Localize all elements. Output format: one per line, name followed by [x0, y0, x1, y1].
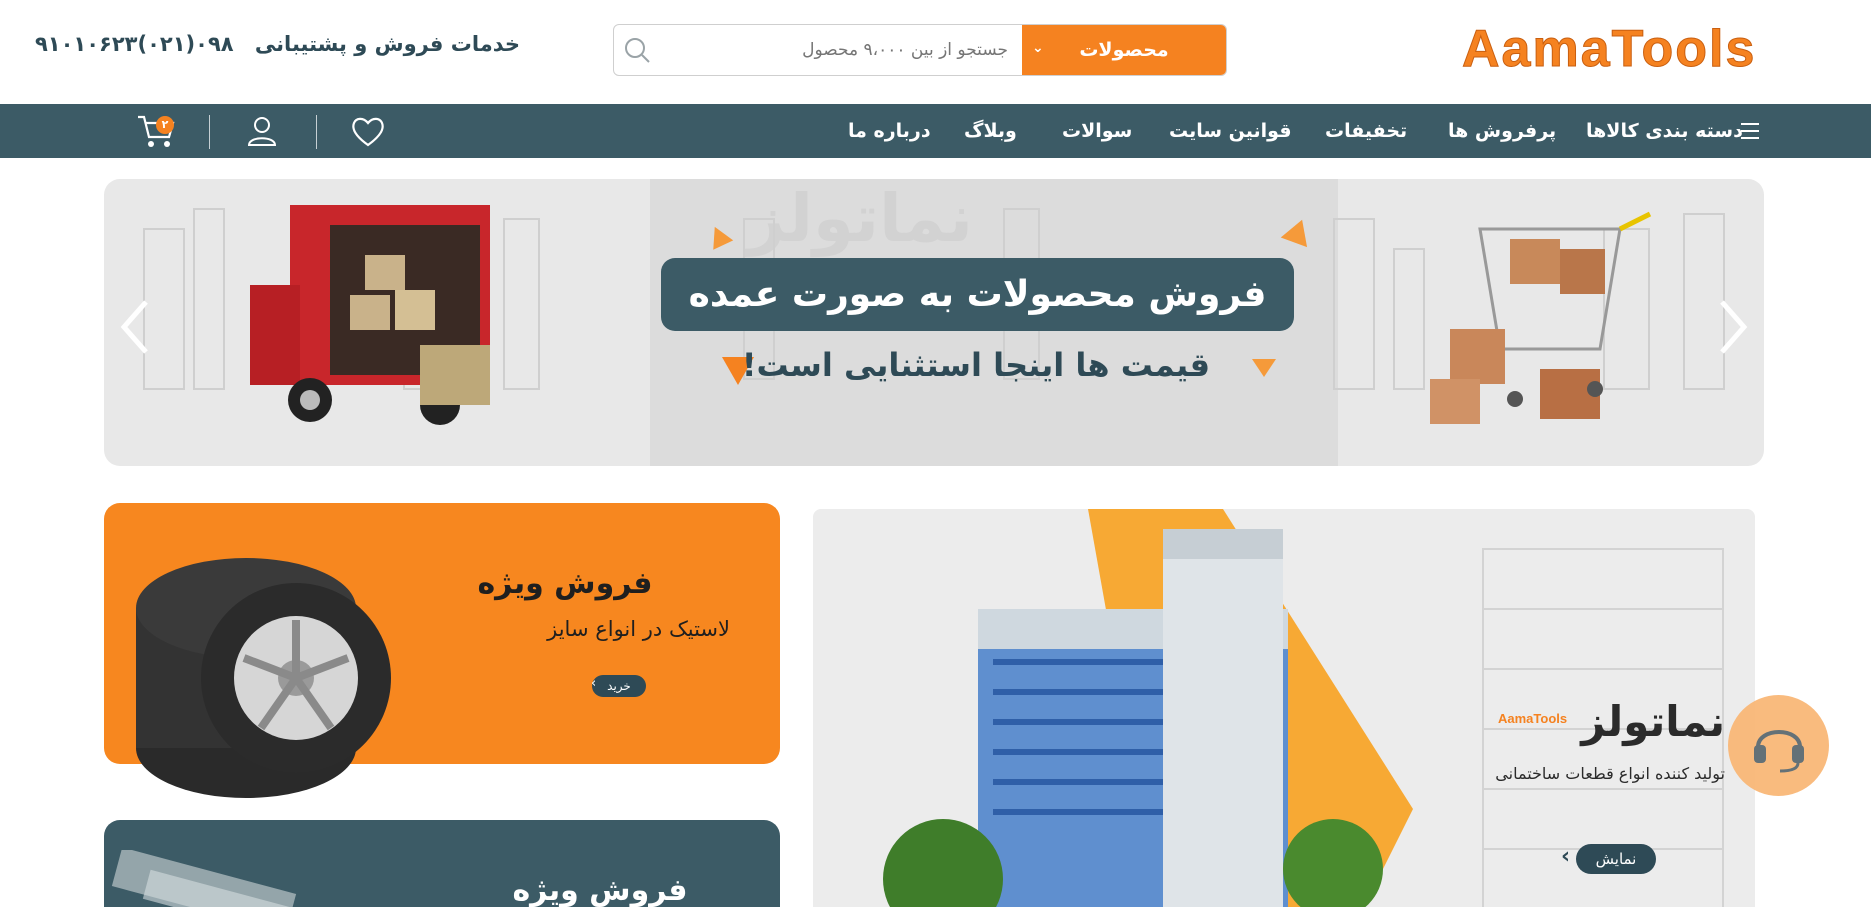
hero-subtitle: قیمت ها اینجا استثنایی است!	[741, 346, 1211, 384]
showcase-subtitle: تولید کننده انواع قطعات ساختمانی	[1495, 764, 1725, 783]
search-category-label: محصولات	[1079, 39, 1169, 61]
nav-divider	[316, 115, 317, 149]
cart-count-badge: ۲	[156, 116, 174, 134]
nav-item-rules[interactable]: قوانین سایت	[1169, 104, 1292, 158]
main-nav: دسته بندی کالاها پرفروش ها تخفیفات قوانی…	[0, 104, 1871, 158]
promo-tires-subtitle: لاستیک در انواع سایز	[547, 617, 730, 641]
promo-tires-title: فروش ویژه	[477, 566, 653, 601]
shopping-cart-boxes-image	[1430, 211, 1652, 424]
promo-tires-buy-button[interactable]: خرید	[592, 675, 646, 697]
top-header: AamaTools محصولات ⌄ خدمات فروش و پشتیبان…	[0, 0, 1871, 104]
nav-item-faq[interactable]: سوالات	[1062, 104, 1132, 158]
heart-icon[interactable]	[349, 112, 387, 150]
support-chat-button[interactable]	[1728, 695, 1829, 796]
tire-stack-image	[136, 558, 391, 798]
search-bar: محصولات ⌄	[613, 24, 1227, 76]
chevron-left-icon: ‹	[591, 676, 597, 691]
user-icon[interactable]	[244, 113, 280, 149]
showcase-view-button[interactable]: نمایش	[1576, 844, 1656, 874]
chevron-down-icon: ⌄	[1032, 40, 1044, 56]
search-input[interactable]	[632, 25, 1022, 75]
nav-item-discounts[interactable]: تخفیفات	[1325, 104, 1407, 158]
search-category-dropdown[interactable]: محصولات ⌄	[1022, 25, 1226, 75]
support-phone[interactable]: ۰۹۸(۰۲۱)۹۱۰۱۰۶۲۳	[35, 32, 234, 56]
buy-button-label: خرید	[607, 679, 631, 693]
search-icon[interactable]	[622, 35, 652, 65]
support-label: خدمات فروش و پشتیبانی	[254, 32, 520, 56]
carousel-prev-arrow[interactable]	[116, 297, 156, 357]
site-logo[interactable]: AamaTools	[1462, 18, 1768, 80]
delivery-truck-image	[250, 205, 490, 425]
nav-item-blog[interactable]: وبلاگ	[964, 104, 1017, 158]
nav-item-bestsellers[interactable]: پرفروش ها	[1448, 104, 1556, 158]
showcase-brand-en: AamaTools	[1498, 711, 1568, 726]
support-info: خدمات فروش و پشتیبانی ۰۹۸(۰۲۱)۹۱۰۱۰۶۲۳	[35, 32, 520, 66]
decor-triangle	[1252, 359, 1276, 377]
headset-icon	[1754, 730, 1804, 773]
view-button-label: نمایش	[1595, 850, 1637, 868]
nav-item-categories[interactable]: دسته بندی کالاها	[1586, 104, 1743, 158]
hero-watermark: نماتولز	[747, 180, 973, 257]
nav-divider	[209, 115, 210, 149]
chevron-left-icon: ‹	[1561, 844, 1571, 869]
hero-title: فروش محصولات به صورت عمده	[688, 274, 1267, 315]
nav-item-about[interactable]: درباره ما	[848, 104, 931, 158]
carousel-next-arrow[interactable]	[1712, 297, 1752, 357]
metal-parts-image	[111, 850, 325, 907]
promo-second-title: فروش ویژه	[512, 873, 688, 907]
